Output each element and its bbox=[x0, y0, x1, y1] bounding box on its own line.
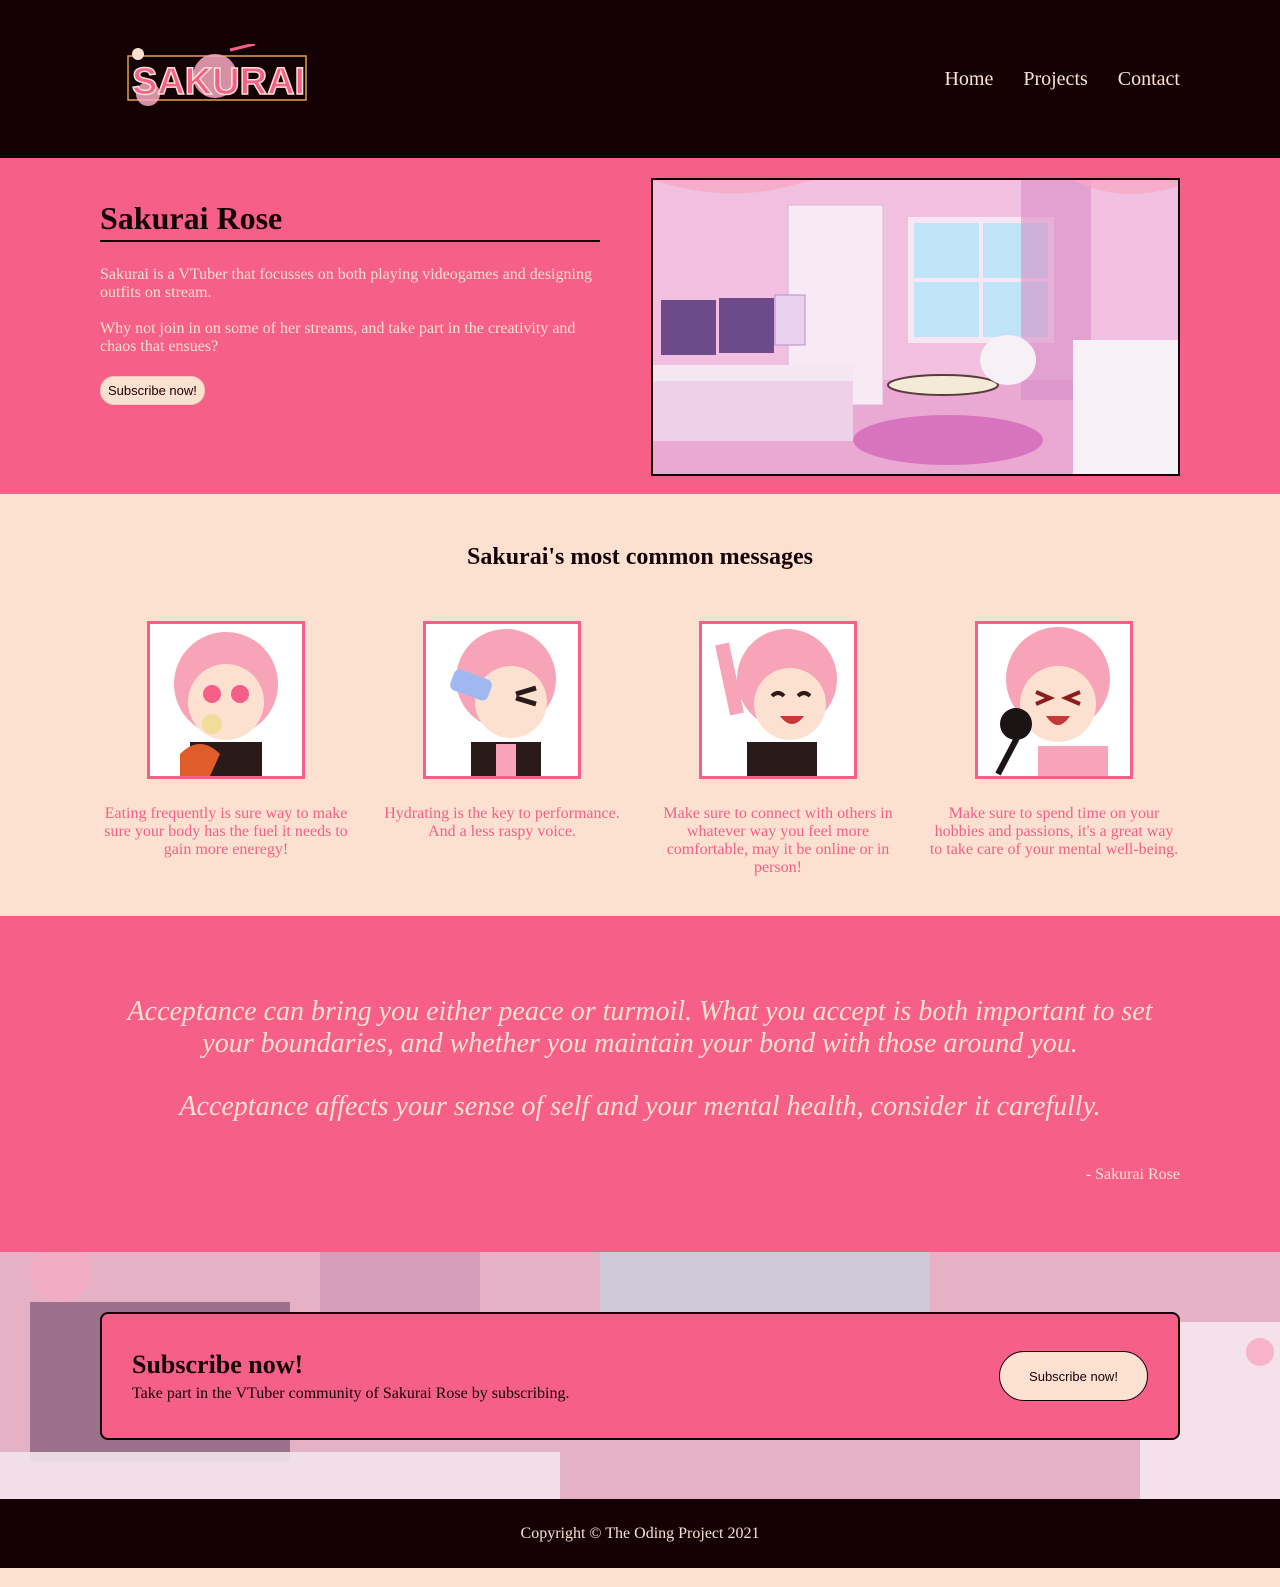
quote-author: - Sakurai Rose bbox=[1085, 1166, 1180, 1183]
quote-section: Acceptance can bring you either peace or… bbox=[0, 916, 1280, 1252]
cta-title: Subscribe now! bbox=[132, 1349, 304, 1379]
nav-contact-link[interactable]: Contact bbox=[1118, 68, 1180, 91]
message-text: Make sure to spend time on your hobbies … bbox=[929, 805, 1179, 858]
quote-paragraph-1: Acceptance can bring you either peace or… bbox=[127, 996, 1153, 1059]
site-header: SAKURAI Home Projects Contact bbox=[0, 0, 1280, 158]
quote-paragraph-2: Acceptance affects your sense of self an… bbox=[179, 1091, 1101, 1122]
messages-section: Sakurai's most common messages Eating fr… bbox=[0, 494, 1280, 916]
site-footer: Copyright © The Oding Project 2021 bbox=[0, 1499, 1280, 1568]
hero-section: Sakurai Rose Sakurai is a VTuber that fo… bbox=[0, 158, 1280, 494]
message-card: Eating frequently is sure way to make su… bbox=[100, 621, 352, 877]
sakurai-logo[interactable]: SAKURAI bbox=[120, 44, 310, 114]
singing-emote-icon bbox=[975, 621, 1133, 779]
cta-subtitle: Take part in the VTuber community of Sak… bbox=[132, 1384, 570, 1402]
eating-emote-icon bbox=[147, 621, 305, 779]
hero-paragraph-2: Why not join in on some of her streams, … bbox=[100, 320, 576, 355]
svg-text:SAKURAI: SAKURAI bbox=[132, 61, 305, 103]
message-card: Make sure to connect with others in what… bbox=[652, 621, 904, 877]
message-card: Make sure to spend time on your hobbies … bbox=[928, 621, 1180, 877]
hero-subscribe-button[interactable]: Subscribe now! bbox=[100, 376, 205, 405]
copyright-text: Copyright © The Oding Project 2021 bbox=[520, 1524, 760, 1542]
message-text: Make sure to connect with others in what… bbox=[663, 805, 893, 876]
cta-subscribe-button[interactable]: Subscribe now! bbox=[999, 1351, 1148, 1401]
hero-text: Sakurai Rose Sakurai is a VTuber that fo… bbox=[100, 178, 600, 494]
cta-box: Subscribe now! Take part in the VTuber c… bbox=[100, 1312, 1180, 1440]
drinking-emote-icon bbox=[423, 621, 581, 779]
message-text: Hydrating is the key to performance. And… bbox=[384, 805, 620, 840]
logo-graphic: SAKURAI bbox=[127, 44, 307, 106]
main-nav: Home Projects Contact bbox=[944, 68, 1180, 91]
nav-home-link[interactable]: Home bbox=[944, 68, 993, 91]
hero-title: Sakurai Rose bbox=[100, 200, 600, 242]
waving-emote-icon bbox=[699, 621, 857, 779]
message-cards: Eating frequently is sure way to make su… bbox=[0, 621, 1280, 877]
cta-section: Subscribe now! Take part in the VTuber c… bbox=[0, 1252, 1280, 1499]
hero-paragraph-1: Sakurai is a VTuber that focusses on bot… bbox=[100, 266, 592, 301]
bedroom-illustration bbox=[651, 178, 1180, 476]
message-text: Eating frequently is sure way to make su… bbox=[104, 805, 348, 858]
bedroom-scene-icon bbox=[653, 180, 1178, 474]
cta-text: Subscribe now! Take part in the VTuber c… bbox=[132, 1350, 570, 1403]
messages-title: Sakurai's most common messages bbox=[467, 544, 813, 570]
message-card: Hydrating is the key to performance. And… bbox=[376, 621, 628, 877]
nav-projects-link[interactable]: Projects bbox=[1023, 68, 1087, 91]
